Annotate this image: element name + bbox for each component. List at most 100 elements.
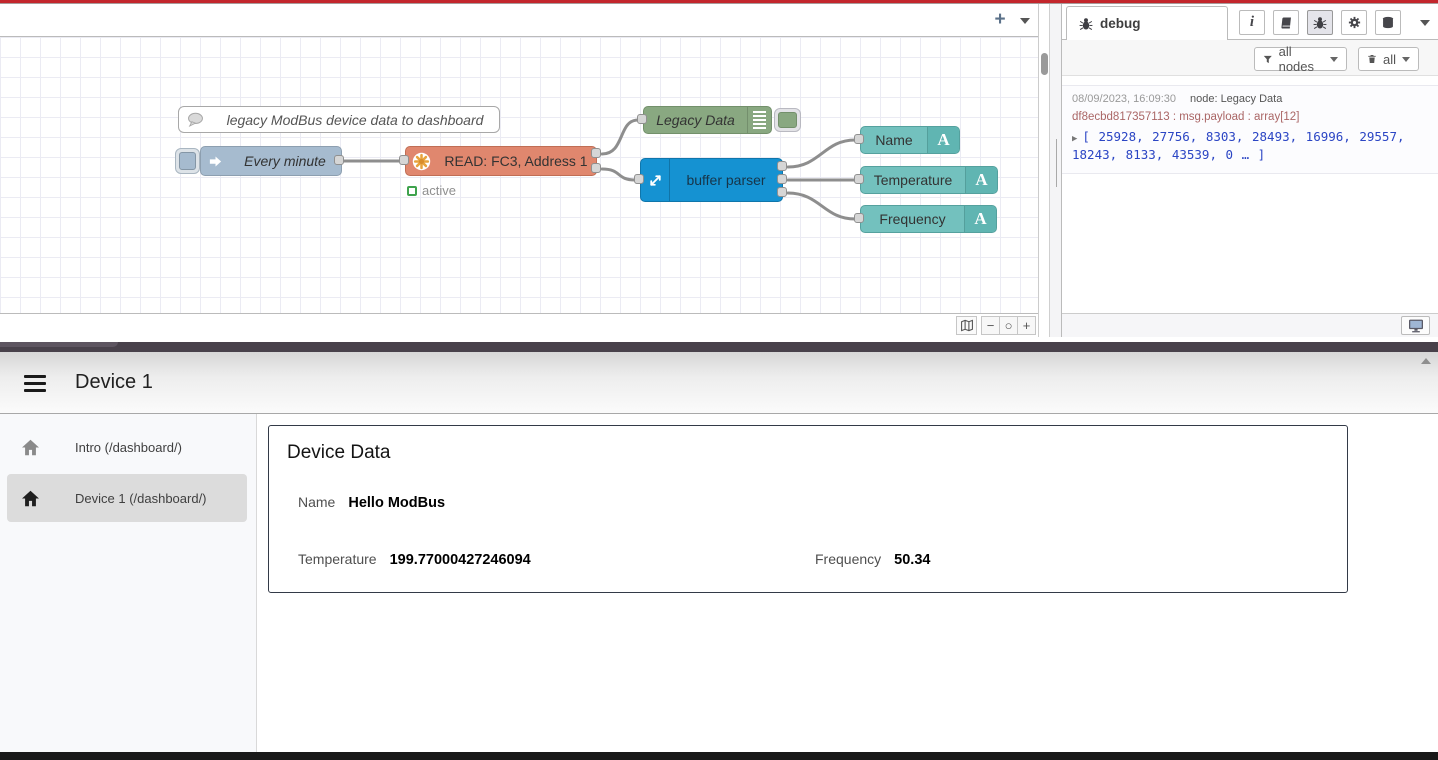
port-parser-out-3[interactable] [777,187,787,197]
info-tab-button[interactable]: i [1239,10,1265,35]
inject-arrow-icon [201,147,229,175]
port-modbus-out-2[interactable] [591,163,601,173]
dashboard-body: Intro (/dashboard/) Device 1 (/dashboard… [0,414,1438,752]
field-temperature-value: 199.77000427246094 [390,552,531,568]
debug-message[interactable]: 08/09/2023, 16:09:30 node: Legacy Data d… [1062,85,1438,174]
inject-trigger-button[interactable] [175,148,200,174]
open-debug-window-button[interactable] [1401,316,1430,335]
scroll-up-arrow-icon[interactable] [1421,358,1431,364]
port-debug-in[interactable] [637,114,647,124]
workspace-scrollbar-thumb[interactable] [1041,53,1048,75]
nav-item-intro[interactable]: Intro (/dashboard/) [7,423,247,471]
sidebar-menu-caret-icon[interactable] [1420,20,1430,26]
debug-node-legacy-data[interactable]: Legacy Data [643,106,772,134]
debug-payload[interactable]: ▶[ 25928, 27756, 8303, 28493, 16996, 295… [1072,128,1428,164]
tab-debug[interactable]: debug [1066,6,1228,40]
clear-messages-button[interactable]: all [1358,47,1419,71]
wire-parser-frequency[interactable] [788,193,855,219]
wire-parser-name[interactable] [788,140,855,167]
modbus-read-node[interactable]: READ: FC3, Address 1 [405,146,597,176]
wire-modbus-debug[interactable] [602,120,638,154]
field-temperature-label: Temperature [298,551,377,567]
tab-debug-label: debug [1100,16,1141,31]
flow-tab-strip: + [0,4,1038,37]
filter-caret-icon [1330,57,1338,62]
clear-messages-label: all [1383,52,1396,67]
parser-swap-arrows-icon [641,159,670,201]
field-name-value: Hello ModBus [348,495,445,511]
browser-top-edge [0,0,1438,4]
field-name-label: Name [298,494,335,510]
nav-item-intro-label: Intro (/dashboard/) [75,440,182,455]
port-temperature-in[interactable] [854,174,864,184]
debug-message-list: 08/09/2023, 16:09:30 node: Legacy Data d… [1062,76,1438,313]
debug-tab-button[interactable] [1307,10,1333,35]
ui-text-node-temperature[interactable]: Temperature A [860,166,998,194]
book-icon [1278,16,1293,30]
add-flow-button[interactable]: + [988,8,1012,32]
dashboard-header: Device 1 [0,352,1438,414]
home-icon [20,439,40,456]
database-icon [1381,16,1395,30]
status-ring-icon [407,186,417,196]
flow-canvas[interactable]: legacy ModBus device data to dashboard E… [0,37,1038,313]
debug-msgid-path: df8ecbd817357113 : msg.payload : array[1… [1072,111,1428,123]
canvas-footer: − ○ + [0,313,1038,337]
context-data-tab-button[interactable] [1375,10,1401,35]
nav-item-device-1[interactable]: Device 1 (/dashboard/) [7,474,247,522]
field-frequency-label: Frequency [815,551,881,567]
buffer-parser-label: buffer parser [670,159,782,201]
field-frequency: Frequency 50.34 [815,551,930,568]
port-modbus-out-1[interactable] [591,148,601,158]
sidebar-header: debug i [1062,4,1438,40]
bug-icon [1313,16,1327,30]
debug-list-icon [747,107,771,133]
help-tab-button[interactable] [1273,10,1299,35]
text-widget-icon: A [927,127,959,153]
comment-node[interactable]: legacy ModBus device data to dashboard [178,106,500,133]
debug-toggle-button-inner [778,112,797,128]
debug-toggle-button[interactable] [774,108,801,132]
inject-node-label: Every minute [229,147,341,175]
port-name-in[interactable] [854,134,864,144]
zoom-in-button[interactable]: + [1017,316,1036,335]
zoom-reset-button[interactable]: ○ [999,316,1018,335]
modbus-flex-getter-icon [406,147,436,175]
navigator-button[interactable] [956,316,977,335]
dashboard-title: Device 1 [75,371,153,394]
debug-payload-array: [ 25928, 27756, 8303, 28493, 16996, 2955… [1072,129,1405,162]
debug-source-node: node: Legacy Data [1190,93,1282,105]
port-inject-out[interactable] [334,155,344,165]
monitor-icon [1408,319,1424,333]
window-divider [0,342,1438,352]
port-parser-in[interactable] [634,174,644,184]
port-parser-out-1[interactable] [777,161,787,171]
home-icon [20,490,40,507]
port-parser-out-2[interactable] [777,174,787,184]
field-frequency-value: 50.34 [894,552,930,568]
debug-timestamp: 08/09/2023, 16:09:30 [1072,93,1176,105]
config-nodes-tab-button[interactable] [1341,10,1367,35]
expand-caret-icon[interactable]: ▶ [1072,134,1077,144]
buffer-parser-node[interactable]: buffer parser [640,158,783,202]
ui-text-node-frequency[interactable]: Frequency A [860,205,997,233]
zoom-out-button[interactable]: − [981,316,1000,335]
modbus-status: active [407,183,456,198]
workspace-scrollbar[interactable] [1038,4,1049,337]
inject-trigger-button-inner [179,152,196,170]
debug-sidebar: debug i [1062,4,1438,337]
field-name: Name Hello ModBus [298,494,445,511]
inject-node[interactable]: Every minute [200,146,342,176]
sidebar-splitter[interactable] [1049,4,1062,337]
flow-list-caret-icon[interactable] [1020,18,1030,24]
port-frequency-in[interactable] [854,213,864,223]
debug-node-label: Legacy Data [644,107,747,133]
menu-hamburger-icon[interactable] [24,375,46,392]
field-temperature: Temperature 199.77000427246094 [298,551,531,568]
dashboard-main: Device Data Name Hello ModBus Temperatur… [257,414,1438,752]
ui-text-node-name[interactable]: Name A [860,126,960,154]
info-icon: i [1250,14,1254,31]
filter-nodes-button[interactable]: all nodes [1254,47,1347,71]
port-modbus-in[interactable] [399,155,409,165]
wire-modbus-parser[interactable] [602,169,635,180]
